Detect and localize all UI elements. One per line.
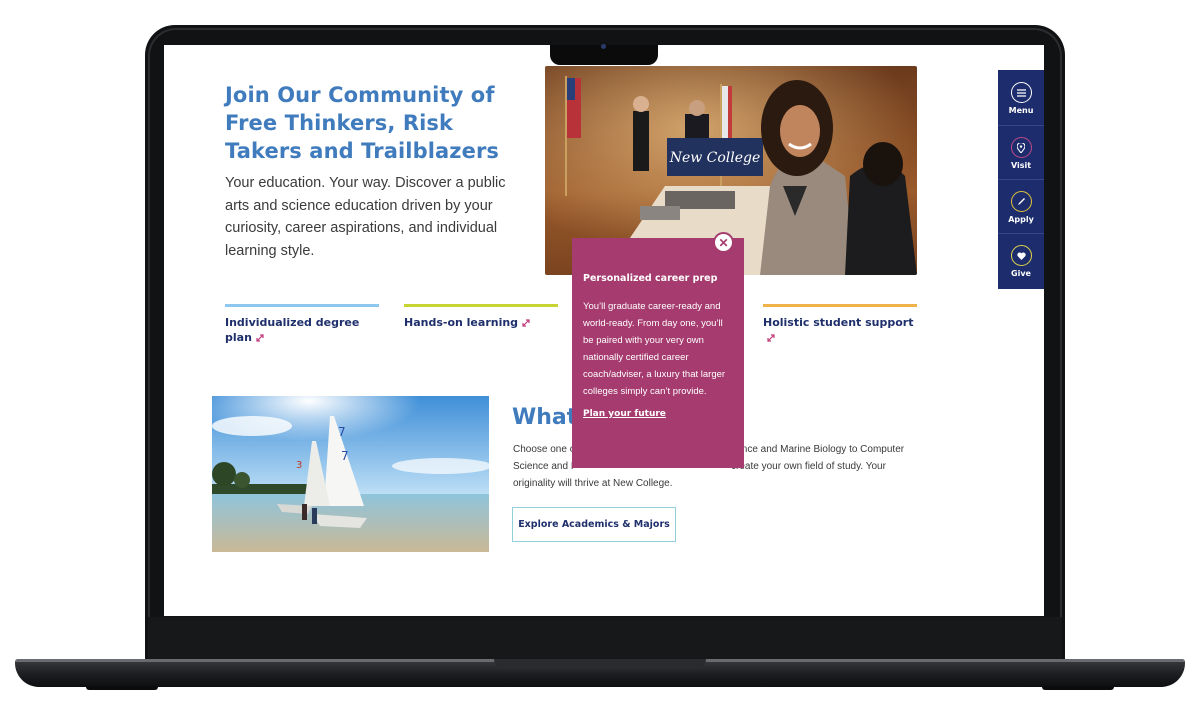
- map-pin-icon: [1010, 137, 1032, 158]
- hero-description: Your education. Your way. Discover a pub…: [225, 175, 506, 259]
- side-nav-apply[interactable]: Apply: [998, 179, 1044, 233]
- menu-icon: [1010, 82, 1032, 103]
- career-prep-popup: ✕ Personalized career prep You’ll gradua…: [572, 232, 744, 468]
- section-body-line1-start: Choose one o: [513, 444, 576, 455]
- photo-sign-text: New College: [669, 150, 761, 166]
- svg-text:7: 7: [341, 449, 349, 463]
- svg-text:7: 7: [338, 425, 346, 439]
- feature-label: Holistic student support: [763, 316, 914, 329]
- expand-arrow-icon: [522, 319, 530, 327]
- camera-lens: [601, 44, 606, 49]
- laptop-base-notch: [494, 659, 706, 669]
- svg-text:3: 3: [296, 460, 302, 471]
- feature-accent-bar: [225, 304, 379, 307]
- feature-hands-on-learning[interactable]: Hands-on learning: [404, 304, 558, 330]
- feature-individualized-degree-plan[interactable]: Individualized degree plan: [225, 304, 379, 345]
- side-nav-label: Visit: [1010, 161, 1032, 170]
- explore-academics-button[interactable]: Explore Academics & Majors: [512, 507, 676, 542]
- plan-your-future-link[interactable]: Plan your future: [583, 409, 666, 419]
- feature-accent-bar: [763, 304, 917, 307]
- section-body-line2-end: create your own field of study. Your: [731, 461, 886, 472]
- expand-arrow-icon: [256, 334, 264, 342]
- section-body-line1-end: ience and Marine Biology to Computer: [734, 444, 905, 455]
- popup-title: Personalized career prep: [583, 273, 718, 284]
- side-nav-label: Give: [1011, 269, 1031, 278]
- sailing-photo: 7 7 3: [212, 396, 489, 552]
- laptop-screen: Join Our Community of Free Thinkers, Ris…: [164, 45, 1044, 616]
- close-icon[interactable]: ✕: [713, 232, 734, 253]
- section-body-line3: originality will thrive at New College.: [513, 478, 673, 489]
- pencil-icon: [1010, 191, 1032, 212]
- section-title: What?: [512, 405, 745, 430]
- popup-body: You’ll graduate career-ready and world-r…: [583, 301, 726, 397]
- hero-title: Join Our Community of Free Thinkers, Ris…: [225, 83, 500, 163]
- section-body-line2-start: Science and P: [513, 461, 578, 472]
- section-title-start: What: [512, 405, 578, 430]
- laptop-chin: [148, 617, 1062, 659]
- side-nav-visit[interactable]: Visit: [998, 125, 1044, 179]
- side-nav-label: Menu: [1008, 106, 1034, 115]
- side-nav-label: Apply: [1008, 215, 1034, 224]
- side-nav: Menu Visit Apply Give: [998, 70, 1044, 289]
- laptop-foot-left: [86, 686, 158, 690]
- side-nav-menu[interactable]: Menu: [998, 70, 1044, 124]
- heart-icon: [1010, 245, 1032, 266]
- laptop-foot-right: [1042, 686, 1114, 690]
- expand-arrow-icon: [767, 334, 775, 342]
- side-nav-give[interactable]: Give: [998, 233, 1044, 287]
- feature-accent-bar: [404, 304, 558, 307]
- feature-label: Individualized degree plan: [225, 316, 360, 344]
- feature-holistic-student-support[interactable]: Holistic student support: [763, 304, 917, 345]
- feature-label: Hands-on learning: [404, 316, 519, 329]
